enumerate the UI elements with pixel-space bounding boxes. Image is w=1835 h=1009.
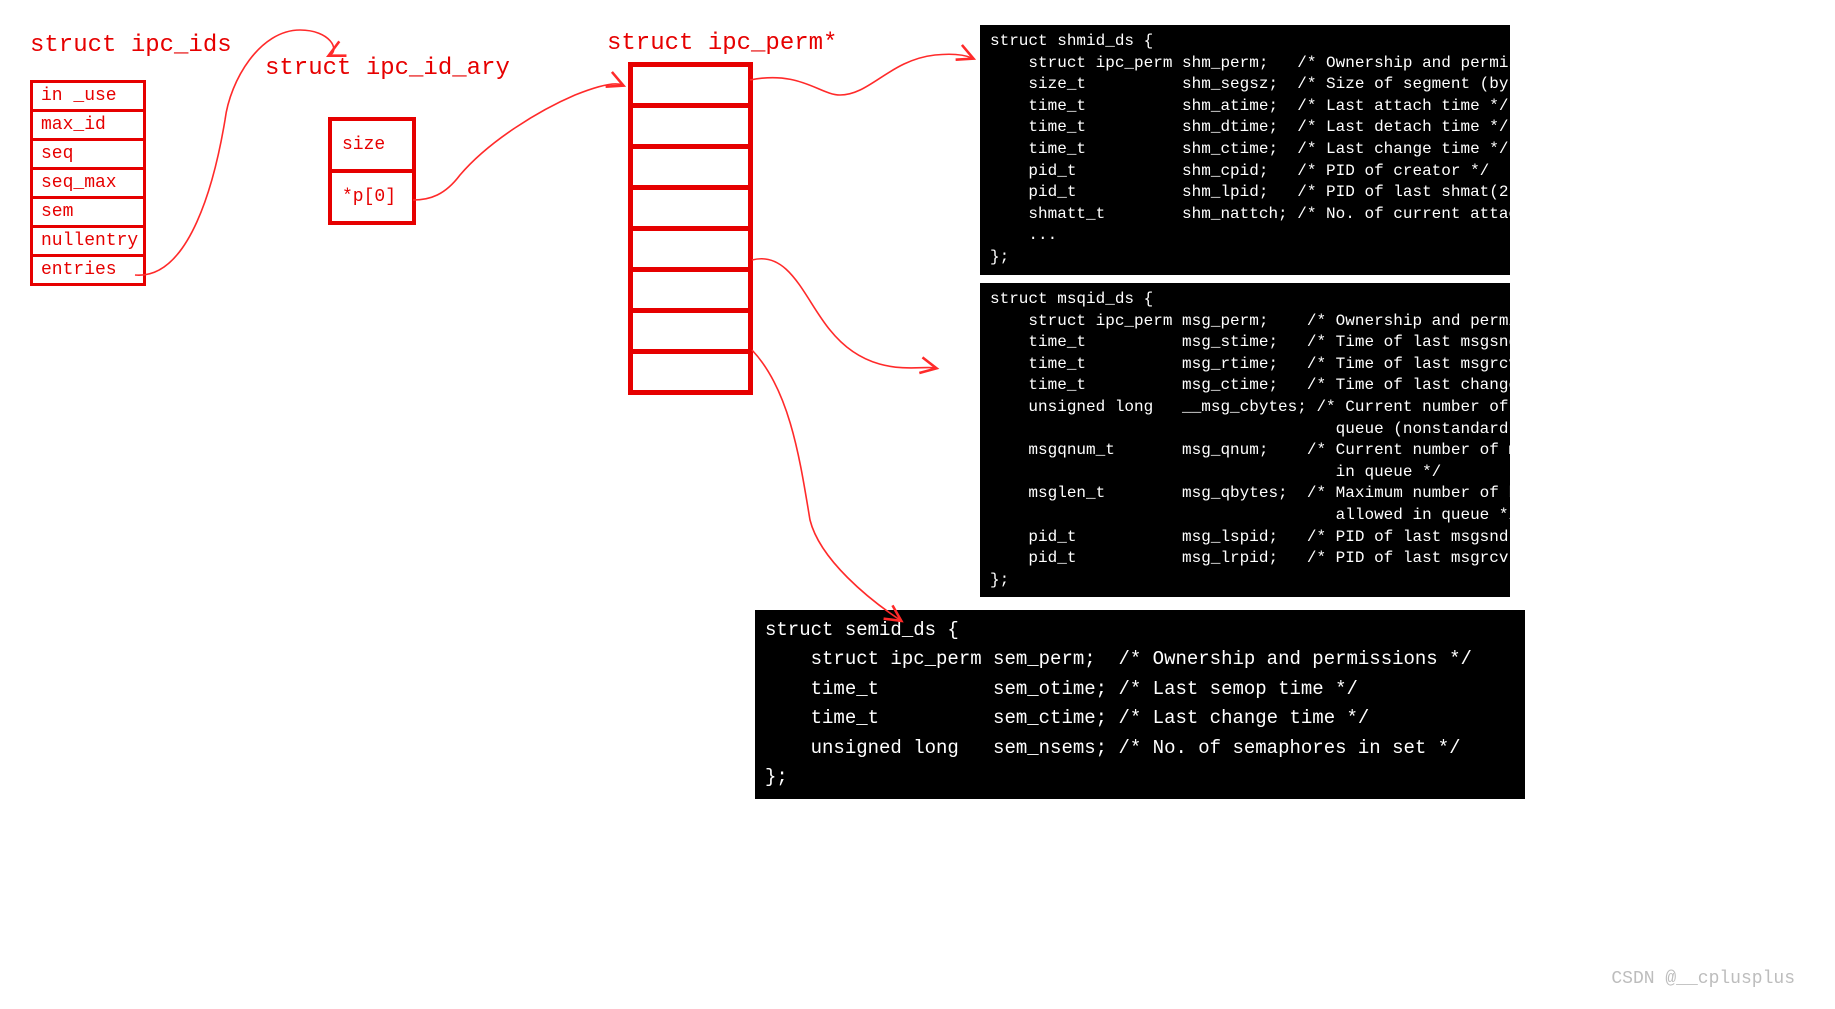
perm-slot [633, 354, 748, 390]
arrows-layer [0, 0, 1835, 1009]
watermark: CSDN @__cplusplus [1611, 969, 1795, 989]
field-in-use: in _use [33, 83, 143, 112]
field-p0: *p[0] [332, 173, 412, 221]
box-ipc-id-ary: size *p[0] [328, 117, 416, 225]
field-max-id: max_id [33, 112, 143, 141]
perm-slot [633, 272, 748, 313]
field-seq-max: seq_max [33, 170, 143, 199]
field-nullentry: nullentry [33, 228, 143, 257]
code-shmid-ds: struct shmid_ds { struct ipc_perm shm_pe… [980, 25, 1510, 275]
field-entries: entries [33, 257, 143, 283]
title-ipc-ids: struct ipc_ids [30, 32, 232, 59]
perm-slot [633, 313, 748, 354]
perm-slot [633, 231, 748, 272]
field-size: size [332, 121, 412, 173]
perm-slot [633, 149, 748, 190]
box-ipc-perm-array [628, 62, 753, 395]
perm-slot [633, 190, 748, 231]
field-sem: sem [33, 199, 143, 228]
perm-slot [633, 67, 748, 108]
box-ipc-ids: in _use max_id seq seq_max sem nullentry… [30, 80, 146, 286]
title-ipc-perm: struct ipc_perm* [607, 30, 837, 57]
title-ipc-id-ary: struct ipc_id_ary [265, 55, 510, 82]
code-msqid-ds: struct msqid_ds { struct ipc_perm msg_pe… [980, 283, 1510, 597]
field-seq: seq [33, 141, 143, 170]
perm-slot [633, 108, 748, 149]
code-semid-ds: struct semid_ds { struct ipc_perm sem_pe… [755, 610, 1525, 799]
